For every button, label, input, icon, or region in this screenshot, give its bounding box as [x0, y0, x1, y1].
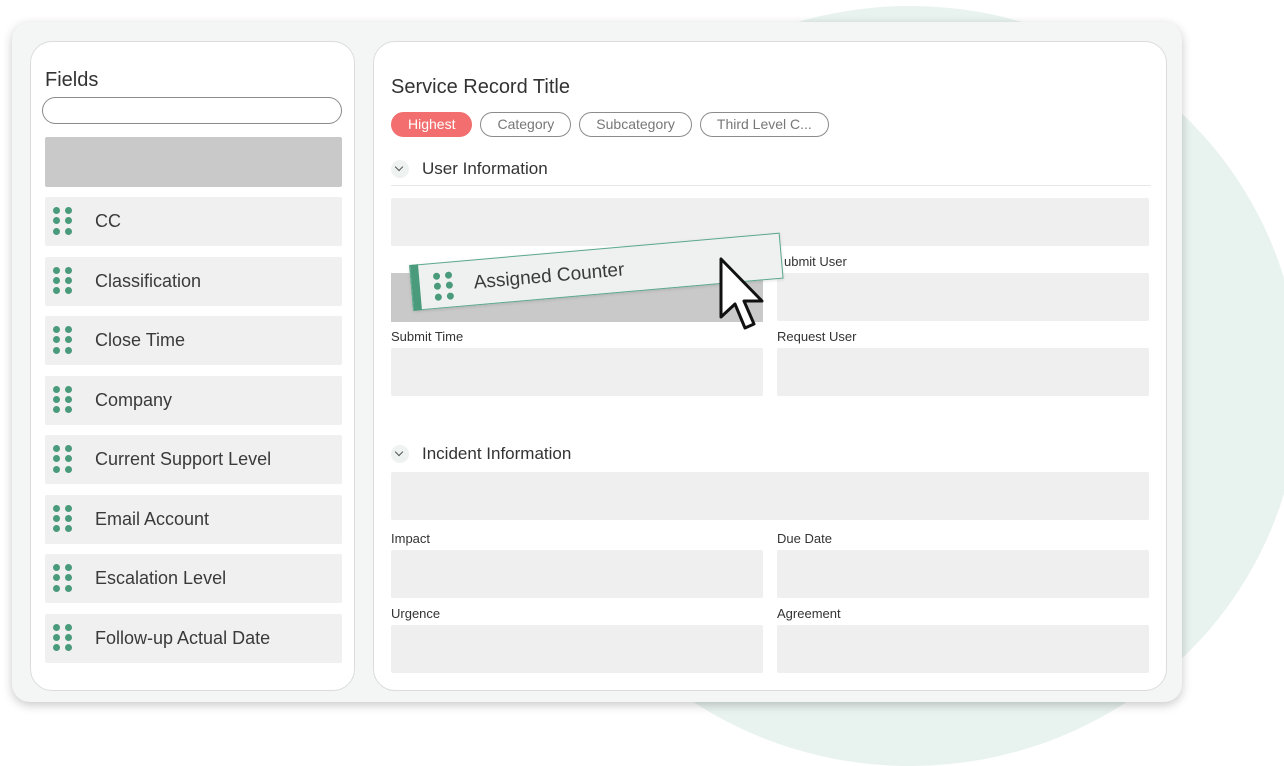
- tag-row: Highest Category Subcategory Third Level…: [391, 112, 829, 137]
- drag-handle-icon[interactable]: [53, 385, 73, 414]
- field-item-label: Email Account: [95, 508, 210, 529]
- field-label-urgence: Urgence: [391, 606, 441, 621]
- due-date-field[interactable]: [777, 550, 1149, 598]
- section-header-user-information[interactable]: User Information: [391, 159, 548, 179]
- section-divider: [391, 185, 1151, 186]
- drag-handle-icon[interactable]: [53, 266, 73, 295]
- field-item-label: Company: [95, 389, 173, 410]
- submit-user-field[interactable]: [777, 273, 1149, 321]
- field-item-cc[interactable]: CC: [45, 197, 342, 246]
- field-item-email-account[interactable]: Email Account: [45, 494, 342, 544]
- field-label-request-user: Request User: [777, 329, 857, 344]
- drag-handle-icon[interactable]: [53, 207, 73, 235]
- form-panel: Service Record Title Highest Category Su…: [373, 41, 1167, 691]
- field-item-current-support-level[interactable]: Current Support Level: [45, 435, 342, 484]
- field-drop-placeholder: [45, 137, 342, 187]
- drag-handle-icon[interactable]: [53, 445, 73, 473]
- mouse-pointer-icon: [719, 257, 764, 330]
- tag-highest[interactable]: Highest: [391, 112, 473, 137]
- field-label-submit-time: Submit Time: [391, 329, 464, 344]
- section-header-incident-information[interactable]: Incident Information: [391, 444, 571, 464]
- tag-third-level-category[interactable]: Third Level C...: [699, 112, 829, 137]
- tag-category[interactable]: Category: [480, 112, 572, 137]
- dragged-field-label: Assigned Counter: [472, 259, 626, 294]
- field-label-due-date: Due Date: [777, 531, 832, 546]
- request-user-field[interactable]: [777, 348, 1149, 396]
- field-item-company[interactable]: Company: [45, 375, 342, 425]
- field-item-label: Close Time: [95, 330, 186, 350]
- drag-handle-icon[interactable]: [432, 271, 455, 301]
- field-item-label: Follow-up Actual Date: [95, 627, 271, 648]
- drag-handle-icon[interactable]: [53, 326, 73, 354]
- field-item-follow-up-actual-date[interactable]: Follow-up Actual Date: [45, 613, 342, 663]
- drag-handle-icon[interactable]: [53, 623, 73, 652]
- field-item-close-time[interactable]: Close Time: [45, 316, 342, 365]
- impact-field[interactable]: [391, 550, 763, 598]
- field-item-label: Current Support Level: [95, 449, 272, 469]
- field-item-label: Escalation Level: [95, 568, 227, 588]
- chevron-down-icon[interactable]: [391, 445, 409, 463]
- chevron-down-icon[interactable]: [391, 160, 409, 178]
- tag-subcategory[interactable]: Subcategory: [579, 112, 692, 137]
- field-label-impact: Impact: [391, 531, 431, 546]
- drag-handle-icon[interactable]: [53, 564, 73, 592]
- field-label-submit-user: ubmit User: [784, 254, 847, 269]
- drag-accent-bar: [409, 264, 422, 311]
- field-label-agreement: Agreement: [777, 606, 841, 621]
- fields-panel-title: Fields: [45, 69, 99, 91]
- section-title: Incident Information: [422, 444, 572, 463]
- incident-info-field[interactable]: [391, 472, 1149, 520]
- fields-panel: Fields CC Classification Close Time Comp…: [30, 41, 355, 691]
- drag-handle-icon[interactable]: [53, 504, 73, 533]
- field-item-label: Classification: [95, 270, 202, 291]
- agreement-field[interactable]: [777, 625, 1149, 673]
- urgence-field[interactable]: [391, 625, 763, 673]
- field-item-label: CC: [95, 211, 121, 231]
- field-list: CC Classification Close Time Company Cur…: [45, 197, 342, 673]
- field-item-classification[interactable]: Classification: [45, 256, 342, 306]
- fields-search-input[interactable]: [42, 97, 342, 124]
- section-title: User Information: [422, 159, 548, 178]
- field-item-escalation-level[interactable]: Escalation Level: [45, 554, 342, 603]
- record-title: Service Record Title: [391, 76, 570, 98]
- submit-time-field[interactable]: [391, 348, 763, 396]
